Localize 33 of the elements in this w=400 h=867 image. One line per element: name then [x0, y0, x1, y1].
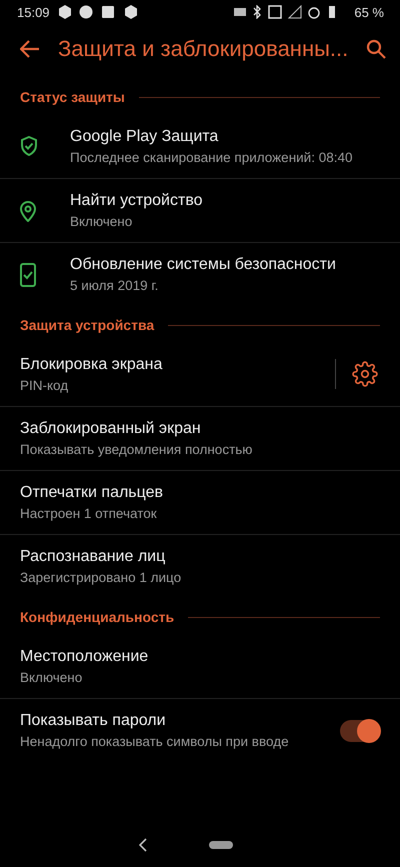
toggle-switch[interactable]: [340, 720, 380, 742]
search-icon[interactable]: [364, 37, 388, 61]
section-header: Статус защиты: [20, 89, 125, 105]
setting-summary: Зарегистрировано 1 лицо: [20, 570, 182, 585]
phone-check-icon: [20, 262, 36, 286]
settings-icon[interactable]: [350, 359, 380, 389]
section-header: Конфиденциальность: [20, 609, 174, 625]
setting-title[interactable]: Показывать пароли: [20, 712, 340, 730]
setting-title[interactable]: Заблокированный экран: [20, 420, 380, 438]
setting-summary: Настроен 1 отпечаток: [20, 506, 158, 521]
battery-percent: 65 %: [354, 4, 384, 20]
setting-title[interactable]: Обновление системы безопасности: [70, 256, 380, 274]
back-arrow-icon[interactable]: [18, 38, 42, 60]
setting-title[interactable]: Блокировка экрана: [20, 356, 325, 374]
setting-title[interactable]: Местоположение: [20, 648, 380, 666]
page-title: Защита и заблокированны...: [58, 36, 350, 62]
setting-title[interactable]: Отпечатки пальцев: [20, 484, 380, 502]
location-pin-icon: [20, 200, 36, 222]
back-nav-icon[interactable]: [137, 836, 149, 854]
setting-summary: 5 июля 2019 г.: [70, 278, 160, 293]
home-pill[interactable]: [209, 841, 233, 849]
setting-summary: PIN-код: [20, 378, 70, 392]
setting-summary: Показывать уведомления полностью: [20, 442, 254, 457]
shield-check-icon: [20, 136, 38, 156]
section-header: Защита устройства: [20, 317, 154, 333]
setting-summary: Включено: [70, 214, 134, 229]
setting-title[interactable]: Google Play Защита: [70, 128, 380, 146]
clock: 15:09: [17, 4, 50, 20]
setting-summary: Последнее сканирование приложений: 08:40: [70, 150, 354, 164]
setting-summary: Включено: [20, 670, 84, 684]
setting-summary: Ненадолго показывать символы при вводе: [20, 734, 290, 749]
setting-title[interactable]: Распознавание лиц: [20, 548, 380, 566]
setting-title[interactable]: Найти устройство: [70, 192, 380, 210]
